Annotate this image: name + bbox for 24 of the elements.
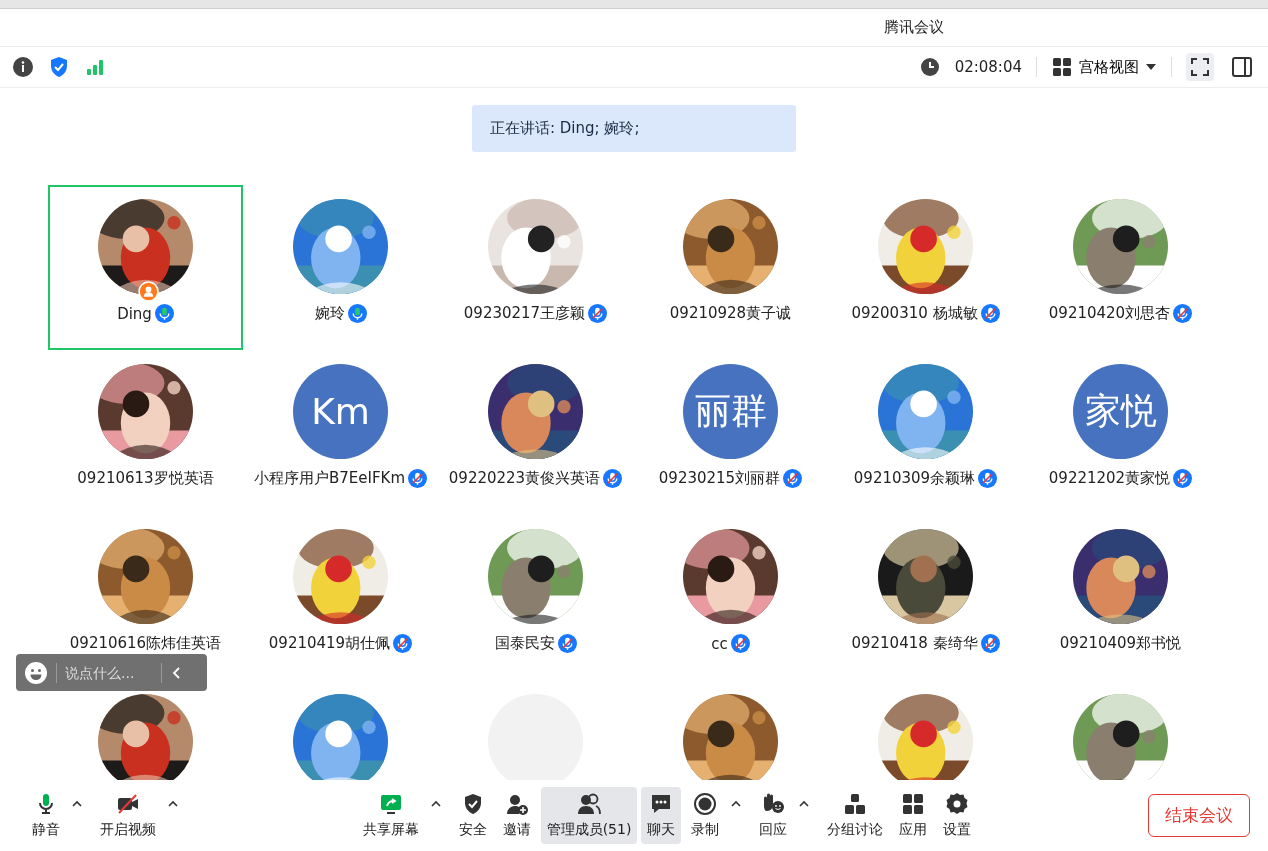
- participant-name: 09210409郑书悦: [1059, 634, 1182, 653]
- initials-avatar: 丽群: [683, 364, 778, 459]
- participant-name: 小程序用户B7EeIFKm: [253, 469, 405, 488]
- participant-name: 09210309余颖琳: [853, 469, 976, 488]
- participant-name: 09210419胡仕佩: [268, 634, 391, 653]
- participant-name: 09221202黄家悦: [1048, 469, 1171, 488]
- participant-name: 国泰民安: [494, 634, 555, 653]
- initials-avatar: 家悦: [1073, 364, 1168, 459]
- participant-name: 09210928黄子诚: [669, 304, 792, 323]
- meeting-timer: 02:08:04: [954, 58, 1022, 76]
- initials-avatar: Km: [293, 364, 388, 459]
- participant-name: 09210418 秦绮华: [851, 634, 978, 653]
- speaking-banner: 正在讲话: Ding; 婉玲;: [472, 105, 796, 152]
- participant-name: 09210616陈炜佳英语: [69, 634, 222, 653]
- participant-name: 婉玲: [314, 304, 345, 323]
- participant-name: cc: [711, 634, 728, 653]
- participant-name: 09230217王彦颖: [463, 304, 586, 323]
- participant-name: Ding: [117, 304, 152, 323]
- participant-name: 09210613罗悦英语: [77, 469, 214, 488]
- participant-name: 09230215刘丽群: [658, 469, 781, 488]
- participant-name: 09210420刘思杏: [1048, 304, 1171, 323]
- window-title: 腾讯会议: [883, 18, 944, 37]
- participant-name: 09220223黄俊兴英语: [448, 469, 601, 488]
- participant-name: 09200310 杨城敏: [851, 304, 978, 323]
